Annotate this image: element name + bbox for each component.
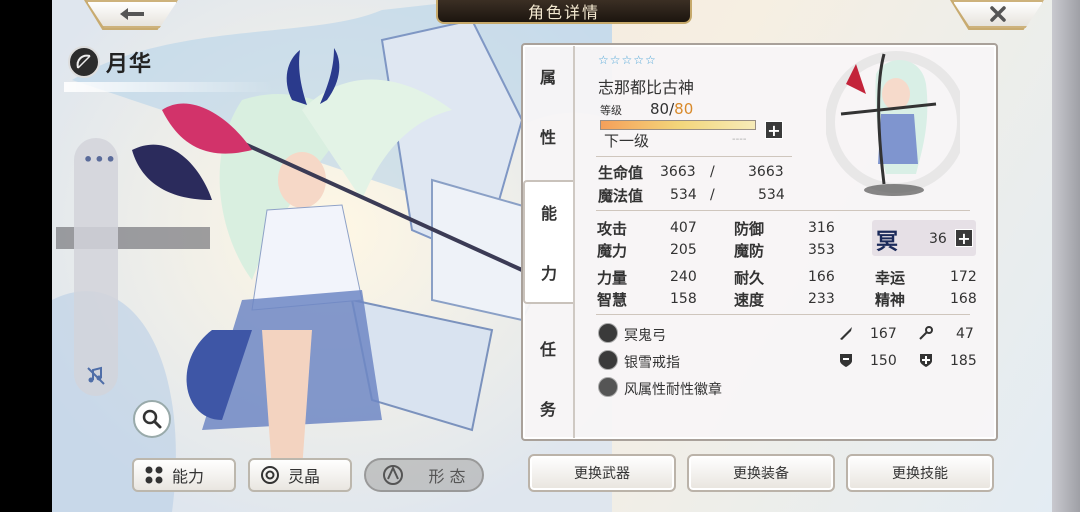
shield-icon [840,354,852,367]
spd-value: 233 [808,291,835,307]
hp-separator: / [710,164,715,180]
special-stat-plus-button[interactable]: + [955,229,973,247]
atk-value: 407 [670,220,697,236]
volume-slider[interactable] [74,138,118,396]
arrow-left-icon [120,8,144,20]
change-skill-button[interactable]: 更换技能 [846,454,994,492]
ability-button[interactable]: 能力 [132,458,236,492]
atk-label: 攻击 [597,220,628,238]
tab-ability[interactable]: 能 力 [523,180,573,304]
zoom-button[interactable] [133,400,171,438]
tab-attributes[interactable]: 属 性 [523,46,573,166]
ability-grid-icon [145,466,163,484]
tab-missions[interactable]: 任 务 [523,318,573,438]
crystal-button[interactable]: 灵晶 [248,458,352,492]
end-value: 166 [808,269,835,285]
badge-name[interactable]: 风属性耐性徽章 [624,379,722,399]
left-letterbox [0,0,52,512]
tab-ability-char1: 能 [540,204,557,223]
character-portrait [825,44,967,200]
character-name: 月华 [106,52,153,77]
badge-star-icon [598,377,618,397]
level-up-plus-button[interactable]: + [765,121,783,139]
character-name-badge: 月华 [68,46,152,78]
end-label: 耐久 [734,269,765,287]
tab-missions-char1: 任 [539,340,556,359]
ability-button-label: 能力 [172,467,205,486]
holy-cross-shield-icon [920,354,932,367]
mp-separator: / [710,187,715,203]
next-level-value: ---- [732,134,747,145]
bow-class-icon [68,46,100,78]
bow-weapon-icon [598,323,618,343]
sword-icon [840,327,852,340]
divider [596,210,970,211]
level-label: 等级 [600,104,622,117]
mdef-value: 353 [808,242,835,258]
next-level-label: 下一级 [604,132,650,150]
close-icon [990,6,1006,22]
tab-attributes-char1: 属 [539,68,556,87]
mute-music-icon[interactable] [86,366,106,386]
level-current: 80 [650,100,670,118]
mag-value: 205 [670,242,697,258]
name-underline [64,82,274,92]
rarity-stars: ☆☆☆☆☆ [598,53,657,67]
crystal-button-label: 灵晶 [288,467,321,486]
character-fullname: 志那都比古神 [598,78,695,97]
divider [596,314,970,315]
page-title: 角色详情 [436,0,692,24]
luck-value: 172 [950,269,977,285]
tab-ability-char2: 力 [540,264,557,283]
staff-icon [919,326,933,340]
screen: { "header": {"title": "角色详情"}, "characte… [0,0,1080,512]
more-dots-icon[interactable]: ••• [83,150,117,169]
hp-max: 3663 [748,164,784,180]
tab-missions-char2: 务 [539,400,556,419]
luck-label: 幸运 [875,269,906,287]
hp-value: 3663 [660,164,696,180]
wis-value: 158 [670,291,697,307]
def-label: 防御 [734,220,765,238]
form-icon [383,465,404,485]
ring-name[interactable]: 银雪戒指 [624,352,680,372]
form-button-label: 形 态 [428,467,466,486]
sword-stat: 167 [870,326,897,342]
tab-attributes-char2: 性 [539,128,556,147]
ring-icon [598,350,618,370]
underworld-attribute-icon: 冥 [876,229,899,255]
shield-stat: 150 [870,353,897,369]
right-edge [1052,0,1080,512]
special-stat-value: 36 [929,231,947,247]
crystal-icon [261,466,279,484]
level-progress-bar [600,120,756,130]
divider [596,156,792,157]
hp-label: 生命值 [598,164,644,182]
spi-value: 168 [950,291,977,307]
tab-separator [573,46,575,438]
cross-stat: 185 [950,353,977,369]
staff-stat: 47 [956,326,974,342]
wis-label: 智慧 [597,291,628,309]
spi-label: 精神 [875,291,906,309]
magnifier-icon [142,409,162,429]
str-label: 力量 [597,269,628,287]
change-gear-button[interactable]: 更换装备 [687,454,835,492]
mdef-label: 魔防 [734,242,765,260]
level-value: 80/80 [650,100,693,118]
mp-max: 534 [758,187,785,203]
weapon-name[interactable]: 冥鬼弓 [624,325,666,345]
spd-label: 速度 [734,291,765,309]
mp-label: 魔法值 [598,187,644,205]
level-max: 80 [674,100,694,118]
mag-label: 魔力 [597,242,628,260]
def-value: 316 [808,220,835,236]
form-button[interactable]: 形 态 [364,458,484,492]
str-value: 240 [670,269,697,285]
change-weapon-button[interactable]: 更换武器 [528,454,676,492]
mp-value: 534 [670,187,697,203]
